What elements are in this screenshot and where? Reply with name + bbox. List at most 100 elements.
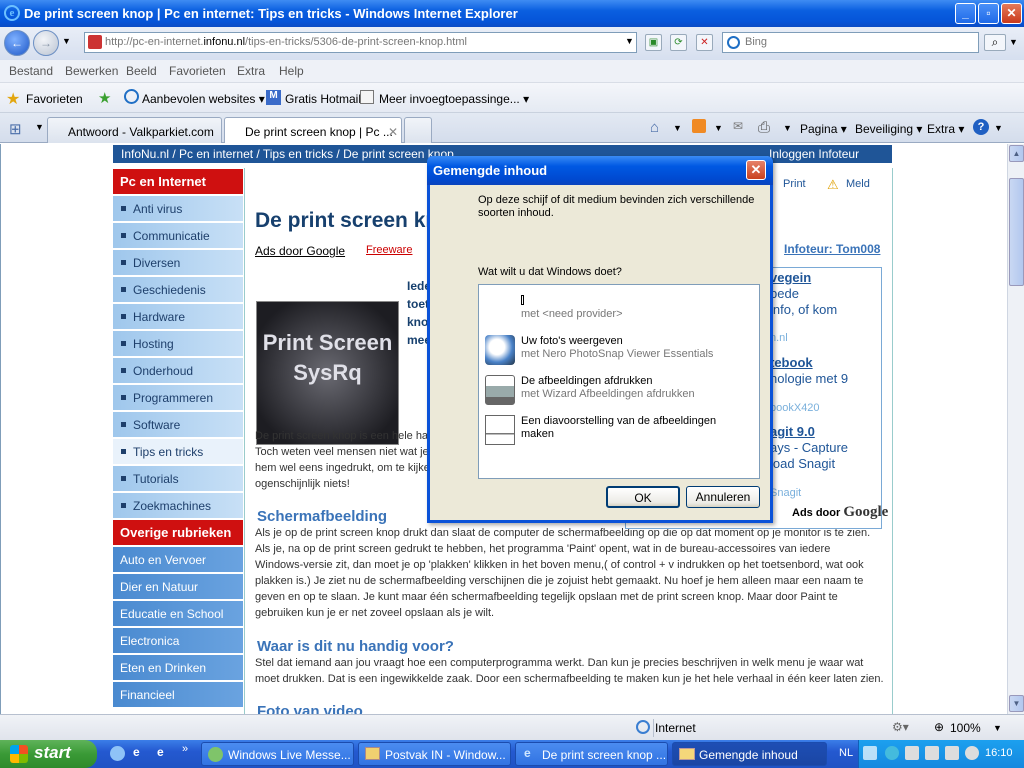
tray-network-icon[interactable] <box>905 746 919 760</box>
protected-mode-icon[interactable]: ⚙▾ <box>892 720 909 734</box>
tab-print-screen[interactable]: De print screen knop | Pc ... ✕ <box>224 117 402 143</box>
breadcrumb-path[interactable]: InfoNu.nl / Pc en internet / Tips en tri… <box>121 147 454 161</box>
add-favorite-icon[interactable]: ★ <box>98 89 111 107</box>
refresh-icon[interactable]: ⟳ <box>670 34 687 51</box>
tab-list-icon[interactable]: ▼ <box>35 122 44 132</box>
forward-button[interactable]: → <box>33 30 59 56</box>
cancel-button[interactable]: Annuleren <box>686 486 760 508</box>
ad-link-3[interactable]: agit 9.0 <box>770 424 815 439</box>
fav-hotmail[interactable]: Gratis Hotmail <box>285 92 361 106</box>
print-icon[interactable]: ⎙ <box>758 119 770 136</box>
sidebar-item-auto[interactable]: Auto en Vervoer <box>113 547 243 572</box>
sidebar-item-electronica[interactable]: Electronica <box>113 628 243 653</box>
sidebar-item-financieel[interactable]: Financieel <box>113 682 243 707</box>
menu-beeld[interactable]: Beeld <box>126 64 157 78</box>
sidebar-item-zoekmachines[interactable]: Zoekmachines <box>113 493 243 518</box>
zoom-dropdown-icon[interactable]: ▼ <box>993 723 1002 733</box>
action-option-print[interactable]: De afbeeldingen afdrukken met Wizard Afb… <box>485 373 755 409</box>
maximize-button[interactable]: ▫ <box>978 3 999 24</box>
tray-keyboard-icon[interactable] <box>863 746 877 760</box>
sidebar-item-onderhoud[interactable]: Onderhoud <box>113 358 243 383</box>
tray-volume-icon[interactable] <box>965 746 979 760</box>
ads-by-google-link[interactable]: Ads door Google <box>255 244 345 258</box>
home-icon[interactable]: ⌂ <box>650 119 659 136</box>
freeware-link[interactable]: Freeware <box>366 244 412 256</box>
sidebar-item-programmeren[interactable]: Programmeren <box>113 385 243 410</box>
scroll-up-icon[interactable]: ▲ <box>1009 145 1024 162</box>
rss-dropdown-icon[interactable]: ▼ <box>714 123 723 133</box>
favorites-button[interactable]: Favorieten <box>26 92 83 106</box>
dialog-close-button[interactable]: ✕ <box>746 160 766 180</box>
tray-display-icon[interactable] <box>925 746 939 760</box>
scroll-thumb[interactable] <box>1009 178 1024 286</box>
sidebar-item-diversen[interactable]: Diversen <box>113 250 243 275</box>
tab-valkparkiet[interactable]: Antwoord - Valkparkiet.com <box>47 117 222 143</box>
sidebar-item-anti-virus[interactable]: Anti virus <box>113 196 243 221</box>
tray-device-icon[interactable] <box>945 746 959 760</box>
menu-extra[interactable]: Extra <box>237 64 265 78</box>
sidebar-item-communicatie[interactable]: Communicatie <box>113 223 243 248</box>
menu-bestand[interactable]: Bestand <box>9 64 53 78</box>
new-tab-button[interactable] <box>404 117 432 143</box>
search-input[interactable]: Bing <box>722 32 979 53</box>
help-dropdown-icon[interactable]: ▼ <box>994 123 1003 133</box>
tab-close-icon[interactable]: ✕ <box>388 125 398 139</box>
close-window-button[interactable]: ✕ <box>1001 3 1022 24</box>
action-option-provider[interactable]: met <need provider> <box>485 293 755 329</box>
sidebar-item-geschiedenis[interactable]: Geschiedenis <box>113 277 243 302</box>
sidebar-item-hosting[interactable]: Hosting <box>113 331 243 356</box>
author-link[interactable]: Infoteur: Tom008 <box>784 242 880 256</box>
action-option-slideshow[interactable]: Een diavoorstelling van de afbeeldingen … <box>485 413 755 449</box>
action-option-view-photos[interactable]: Uw foto's weergeven met Nero PhotoSnap V… <box>485 333 755 369</box>
safety-menu[interactable]: Beveiliging ▾ <box>855 122 922 136</box>
fav-suggested-sites[interactable]: Aanbevolen websites ▾ <box>142 92 265 106</box>
history-dropdown-icon[interactable]: ▼ <box>62 36 71 46</box>
mail-icon[interactable]: ✉ <box>733 119 743 133</box>
quicklaunch-messenger-icon[interactable] <box>110 746 125 761</box>
menu-help[interactable]: Help <box>279 64 304 78</box>
dialog-title-bar[interactable]: Gemengde inhoud ✕ <box>427 156 773 185</box>
print-link[interactable]: Print <box>783 178 806 190</box>
ad-link-1[interactable]: vegein <box>770 270 811 285</box>
quicklaunch-more-icon[interactable]: » <box>182 743 188 755</box>
menu-favorieten[interactable]: Favorieten <box>169 64 226 78</box>
window-title-bar[interactable]: e De print screen knop | Pc en internet:… <box>0 0 1024 27</box>
task-gemengde-inhoud[interactable]: Gemengde inhoud <box>672 742 827 766</box>
tools-menu[interactable]: Extra ▾ <box>927 122 964 136</box>
fav-more-addons[interactable]: Meer invoegtoepassinge... ▾ <box>379 92 529 106</box>
ad-link-2[interactable]: tebook <box>770 355 813 370</box>
report-link[interactable]: Meld <box>846 178 870 190</box>
sidebar-item-tips-en-tricks[interactable]: Tips en tricks <box>113 439 243 464</box>
task-messenger[interactable]: Windows Live Messe... <box>201 742 354 766</box>
quicklaunch-ie2-icon[interactable]: e <box>157 745 164 759</box>
quicklaunch-ie-icon[interactable]: e <box>133 745 140 759</box>
back-button[interactable]: ← <box>4 30 30 56</box>
url-field[interactable]: http://pc-en-internet.infonu.nl/tips-en-… <box>84 32 637 53</box>
sidebar-item-software[interactable]: Software <box>113 412 243 437</box>
sidebar-item-dier[interactable]: Dier en Natuur <box>113 574 243 599</box>
login-link[interactable]: Inloggen Infoteur <box>769 145 859 163</box>
task-browser[interactable]: e De print screen knop ... <box>515 742 668 766</box>
scroll-down-icon[interactable]: ▼ <box>1009 695 1024 712</box>
quick-tabs-icon[interactable]: ⊞ <box>9 120 22 138</box>
page-menu[interactable]: Pagina ▾ <box>800 122 847 136</box>
task-mail[interactable]: Postvak IN - Window... <box>358 742 511 766</box>
start-button[interactable]: start <box>0 740 97 768</box>
vertical-scrollbar[interactable]: ▲ ▼ <box>1007 144 1024 714</box>
search-button-icon[interactable]: ⌕ <box>984 34 1006 51</box>
minimize-button[interactable]: _ <box>955 3 976 24</box>
menu-bewerken[interactable]: Bewerken <box>65 64 118 78</box>
url-dropdown-icon[interactable]: ▼ <box>621 34 638 51</box>
language-indicator[interactable]: NL <box>839 747 853 759</box>
stop-icon[interactable]: ✕ <box>696 34 713 51</box>
sidebar-item-tutorials[interactable]: Tutorials <box>113 466 243 491</box>
home-dropdown-icon[interactable]: ▼ <box>673 123 682 133</box>
sidebar-item-eten[interactable]: Eten en Drinken <box>113 655 243 680</box>
sidebar-item-educatie[interactable]: Educatie en School <box>113 601 243 626</box>
clock[interactable]: 16:10 <box>985 747 1013 759</box>
sidebar-item-hardware[interactable]: Hardware <box>113 304 243 329</box>
zoom-level[interactable]: 100% <box>950 721 981 735</box>
rss-icon[interactable] <box>692 119 706 133</box>
ok-button[interactable]: OK <box>606 486 680 508</box>
print-dropdown-icon[interactable]: ▼ <box>783 123 792 133</box>
